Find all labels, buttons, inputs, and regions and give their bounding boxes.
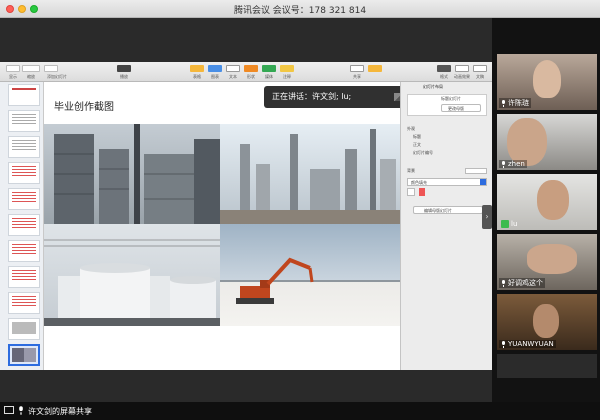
slide-navigator <box>0 82 44 370</box>
slide-thumbnail[interactable] <box>8 266 40 288</box>
video-tile[interactable] <box>497 354 597 378</box>
slide-thumbnail[interactable] <box>8 292 40 314</box>
chevron-down-icon <box>480 179 486 185</box>
participant-label: zhen <box>499 160 527 168</box>
storage-tanks-photo[interactable] <box>44 224 220 326</box>
background-swatch[interactable] <box>465 168 487 174</box>
add-slide-label: 添加幻灯片 <box>47 74 67 79</box>
appear-heading: 外观 <box>407 126 415 131</box>
video-tile[interactable]: 许陈琏 <box>497 54 597 110</box>
keynote-toolbar: 显示 缩放 添加幻灯片 播放 表格 图表 文本 形状 媒体 注释 共享 格式 动… <box>0 62 492 82</box>
refinery-photo-2[interactable] <box>220 124 400 224</box>
screen-share-icon <box>4 406 14 414</box>
slide-thumbnail[interactable] <box>8 84 40 106</box>
change-master-button[interactable]: 更改母版 <box>441 104 481 112</box>
slide-thumbnail[interactable] <box>8 240 40 262</box>
window-title: 腾讯会议 会议号：178 321 814 <box>233 6 367 16</box>
microphone-icon <box>502 160 505 168</box>
slide-thumbnail[interactable] <box>8 110 40 132</box>
video-tile[interactable]: zhen <box>497 114 597 170</box>
table-icon[interactable] <box>190 65 204 72</box>
participant-label: 好调鸡这个 <box>499 278 545 288</box>
color-well[interactable] <box>407 188 415 196</box>
add-slide-icon[interactable] <box>44 65 58 72</box>
view-icon[interactable] <box>6 65 20 72</box>
slide-title[interactable]: 毕业创作截图 <box>54 98 114 113</box>
document-label: 文稿 <box>476 74 484 79</box>
slide-thumbnail[interactable] <box>8 214 40 236</box>
share-label: 共享 <box>353 74 361 79</box>
speaking-text: 正在讲话：许文剑; lu; <box>272 92 352 101</box>
zoom-select[interactable] <box>22 65 40 72</box>
video-tile[interactable]: YUANWYUAN <box>497 294 597 350</box>
fill-type-select[interactable]: 颜色填充 <box>407 178 487 186</box>
document-icon[interactable] <box>473 65 487 72</box>
edit-master-button[interactable]: 编辑母版幻灯片 <box>413 206 483 214</box>
participant-hand <box>527 244 577 274</box>
shape-icon[interactable] <box>244 65 258 72</box>
title-bar: 腾讯会议 会议号：178 321 814 <box>0 0 600 18</box>
speaking-mic-icon <box>501 220 509 228</box>
collapse-panel-button[interactable]: › <box>482 205 492 229</box>
body-checkbox[interactable]: 正文 <box>413 142 421 148</box>
participant-label: YUANWYUAN <box>499 340 556 348</box>
microphone-icon <box>502 99 505 107</box>
animate-icon[interactable] <box>455 65 469 72</box>
collaborate-icon[interactable] <box>368 65 382 72</box>
title-checkbox[interactable]: 标题 <box>413 134 421 140</box>
slide-canvas[interactable]: 毕业创作截图 <box>44 82 400 370</box>
participant-face <box>533 304 559 338</box>
play-label: 播放 <box>120 74 128 79</box>
microphone-icon[interactable] <box>18 406 24 415</box>
chart-icon[interactable] <box>208 65 222 72</box>
meeting-window: 腾讯会议 会议号：178 321 814 显示 缩放 添加幻灯片 播放 表格 图… <box>0 0 600 420</box>
inspector-panel: 幻灯片布局 标题幻灯片 更改母版 外观 标题 正文 幻灯片编号 背景 颜色填充 … <box>400 82 492 370</box>
participant-label: 许陈琏 <box>499 98 531 108</box>
participant-face <box>507 118 547 166</box>
zoom-label: 缩放 <box>27 74 35 79</box>
slide-thumbnail-selected[interactable] <box>8 344 40 366</box>
speaking-indicator: 正在讲话：许文剑; lu; <box>264 86 418 108</box>
comment-icon[interactable] <box>280 65 294 72</box>
comment-label: 注释 <box>283 74 291 79</box>
microphone-icon <box>502 279 505 287</box>
video-tile[interactable]: lu <box>497 174 597 230</box>
video-tile[interactable]: 好调鸡这个 <box>497 234 597 290</box>
slide-thumbnail[interactable] <box>8 162 40 184</box>
bottom-bar: 许文剑的屏幕共享 <box>0 402 600 420</box>
share-label: 许文剑的屏幕共享 <box>28 407 92 416</box>
slide-thumbnail[interactable] <box>8 136 40 158</box>
color-picker-icon[interactable] <box>419 188 425 196</box>
refinery-photo-1[interactable] <box>44 124 220 224</box>
slide-number-checkbox[interactable]: 幻灯片编号 <box>413 150 433 156</box>
microphone-icon <box>502 340 505 348</box>
participant-face <box>537 180 569 220</box>
media-icon[interactable] <box>262 65 276 72</box>
excavator-photo[interactable] <box>220 224 400 326</box>
slide-thumbnail[interactable] <box>8 318 40 340</box>
share-icon[interactable] <box>350 65 364 72</box>
participant-label: lu <box>499 220 519 228</box>
master-label: 标题幻灯片 <box>441 96 461 101</box>
text-icon[interactable] <box>226 65 240 72</box>
inspector-tab[interactable]: 幻灯片布局 <box>423 84 443 90</box>
play-icon[interactable] <box>117 65 131 72</box>
slide-thumbnail[interactable] <box>8 188 40 210</box>
background-heading: 背景 <box>407 168 415 173</box>
participant-face <box>533 60 561 98</box>
format-icon[interactable] <box>437 65 451 72</box>
